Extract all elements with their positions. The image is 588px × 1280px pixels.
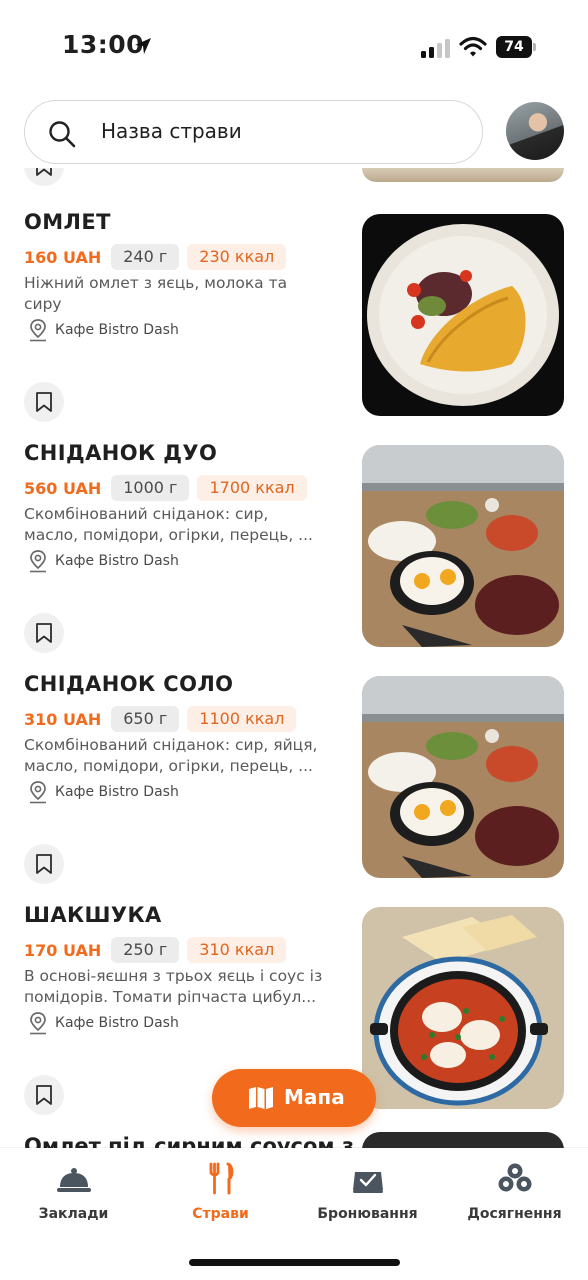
dish-description: В основі-яєшня з трьох яєць і соус із по… [24, 967, 323, 1006]
status-bar: 13:00 74 [0, 0, 588, 96]
dish-meta: 310 UAH 650 г 1100 ккал [24, 705, 297, 733]
fork-knife-icon [209, 1162, 233, 1195]
dish-price: 560 UAH [24, 478, 102, 498]
dish-description: Скомбінований сніданок: сир, яйця, масло… [24, 736, 318, 775]
place-name: Кафе Bistro Dash [55, 553, 179, 569]
cloche-icon [56, 1168, 91, 1192]
list-item[interactable]: СНІДАНОК СОЛО 310 UAH 650 г 1100 ккал Ск… [0, 634, 588, 884]
dish-title: ШАКШУКА [24, 903, 162, 927]
dish-price: 160 UAH [24, 247, 102, 267]
map-icon [249, 1087, 273, 1109]
battery-level: 74 [496, 36, 532, 58]
dish-place[interactable]: Кафе Bistro Dash [28, 780, 179, 804]
location-pin-icon [30, 781, 46, 804]
nav-label: Бронювання [317, 1206, 418, 1222]
dish-price: 310 UAH [24, 709, 102, 729]
dish-kcal: 1700 ккал [197, 475, 307, 501]
dish-meta: 560 UAH 1000 г 1700 ккал [24, 474, 307, 502]
dish-price: 170 UAH [24, 940, 102, 960]
location-pin-icon [30, 1012, 46, 1035]
dish-photo[interactable] [362, 214, 564, 416]
dish-meta: 170 UAH 250 г 310 ккал [24, 936, 287, 964]
bookmark-icon [36, 1085, 52, 1105]
dish-place[interactable]: Кафе Bistro Dash [28, 1011, 179, 1035]
achievements-icon [498, 1163, 531, 1192]
reservation-icon [352, 1172, 383, 1193]
place-name: Кафе Bistro Dash [55, 784, 179, 800]
dish-description: Ніжний омлет з яєць, молока та сиру [24, 274, 288, 313]
location-pin-icon [30, 319, 46, 342]
nav-label: Досягнення [467, 1206, 562, 1222]
search-placeholder: Назва страви [101, 119, 242, 143]
list-item[interactable]: ШАКШУКА 170 UAH 250 г 310 ккал В основі-… [0, 865, 588, 1115]
nav-label: Страви [192, 1206, 249, 1222]
location-pin-icon [30, 550, 46, 573]
place-name: Кафе Bistro Dash [55, 322, 179, 338]
dish-list[interactable]: ОМЛЕТ 160 UAH 240 г 230 ккал Ніжний омле… [0, 168, 588, 1150]
search-input[interactable]: Назва страви [24, 100, 483, 164]
map-button-label: Мапа [284, 1085, 345, 1109]
dish-photo[interactable] [362, 907, 564, 1109]
nav-item-dishes[interactable]: Страви [147, 1162, 294, 1232]
nav-item-venues[interactable]: Заклади [0, 1162, 147, 1232]
nav-item-reservations[interactable]: Бронювання [294, 1162, 441, 1232]
bookmark-button[interactable] [24, 1075, 64, 1115]
dish-photo[interactable] [362, 445, 564, 647]
nav-label: Заклади [38, 1206, 109, 1222]
status-time: 13:00 [62, 30, 145, 59]
map-button[interactable]: Мапа [212, 1069, 376, 1127]
dish-title: СНІДАНОК СОЛО [24, 672, 234, 696]
dish-weight: 250 г [111, 937, 180, 963]
breakfast-duo-image [362, 445, 564, 647]
location-arrow-icon [135, 38, 151, 54]
breakfast-solo-image [362, 676, 564, 878]
nav-item-achievements[interactable]: Досягнення [441, 1162, 588, 1232]
list-item[interactable]: ОМЛЕТ 160 UAH 240 г 230 ккал Ніжний омле… [0, 172, 588, 422]
home-indicator [189, 1259, 400, 1266]
dish-title: СНІДАНОК ДУО [24, 441, 218, 465]
dish-kcal: 1100 ккал [187, 706, 297, 732]
wifi-icon [459, 36, 487, 57]
search-icon [49, 121, 76, 148]
avatar[interactable] [506, 102, 564, 160]
dish-description: Скомбінований сніданок: сир, масло, помі… [24, 505, 313, 544]
dish-kcal: 310 ккал [187, 937, 287, 963]
list-item[interactable]: СНІДАНОК ДУО 560 UAH 1000 г 1700 ккал Ск… [0, 403, 588, 653]
cellular-signal-icon [421, 39, 450, 58]
dish-weight: 240 г [111, 244, 180, 270]
dish-place[interactable]: Кафе Bistro Dash [28, 549, 179, 573]
dish-photo[interactable] [362, 676, 564, 878]
dish-title: ОМЛЕТ [24, 210, 111, 234]
place-name: Кафе Bistro Dash [55, 1015, 179, 1031]
dish-weight: 650 г [111, 706, 180, 732]
battery-icon: 74 [496, 36, 536, 58]
dish-meta: 160 UAH 240 г 230 ккал [24, 243, 287, 271]
shakshuka-image [362, 907, 564, 1109]
omelette-image [362, 214, 564, 416]
dish-kcal: 230 ккал [187, 244, 287, 270]
dish-place[interactable]: Кафе Bistro Dash [28, 318, 179, 342]
dish-weight: 1000 г [111, 475, 190, 501]
